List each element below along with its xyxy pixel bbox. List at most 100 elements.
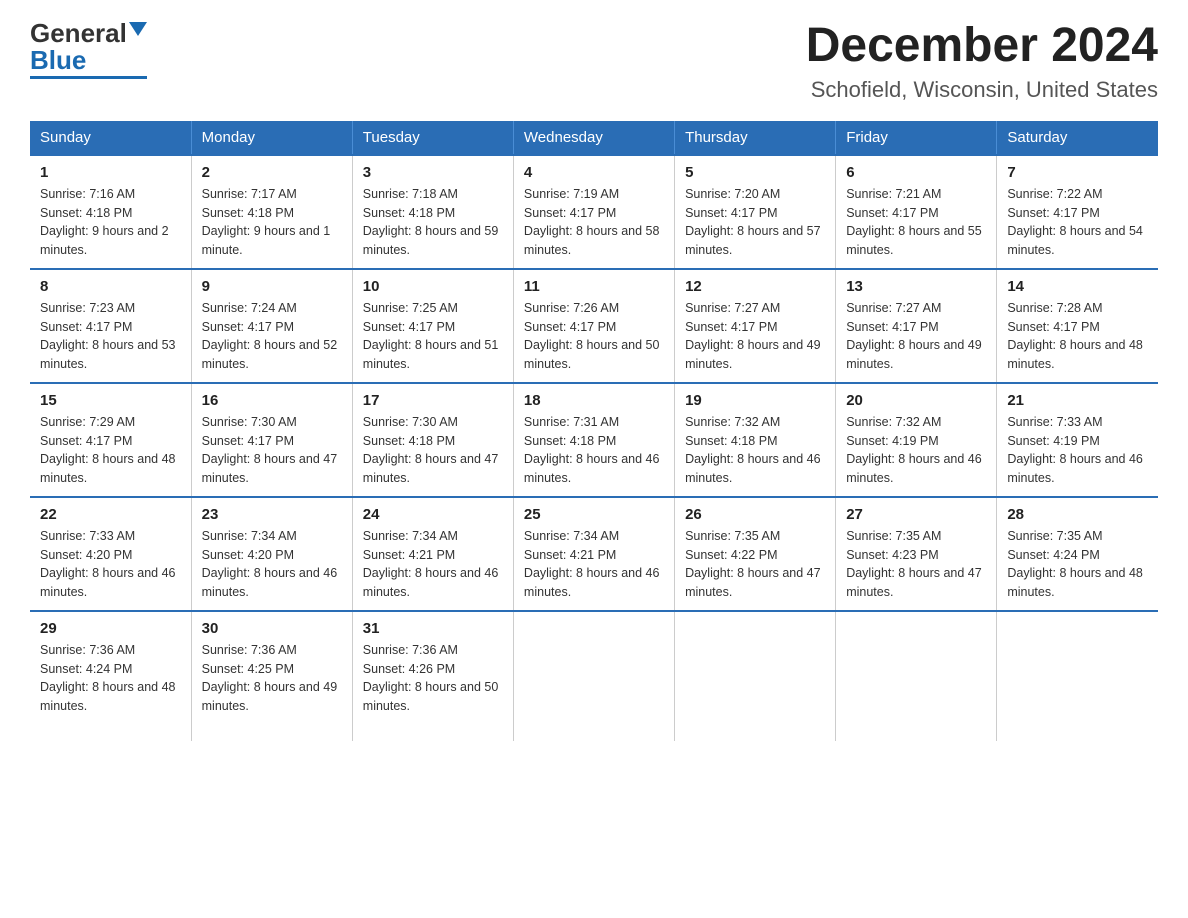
calendar-cell: 15 Sunrise: 7:29 AMSunset: 4:17 PMDaylig… bbox=[30, 383, 191, 497]
logo-triangle-icon bbox=[129, 22, 147, 36]
header-sunday: Sunday bbox=[30, 121, 191, 155]
day-info: Sunrise: 7:33 AMSunset: 4:19 PMDaylight:… bbox=[1007, 413, 1148, 488]
day-number: 4 bbox=[524, 164, 664, 181]
day-number: 26 bbox=[685, 506, 825, 523]
day-number: 16 bbox=[202, 392, 342, 409]
day-number: 15 bbox=[40, 392, 181, 409]
header-friday: Friday bbox=[836, 121, 997, 155]
calendar-cell: 12 Sunrise: 7:27 AMSunset: 4:17 PMDaylig… bbox=[675, 269, 836, 383]
day-number: 31 bbox=[363, 620, 503, 637]
day-info: Sunrise: 7:29 AMSunset: 4:17 PMDaylight:… bbox=[40, 413, 181, 488]
day-info: Sunrise: 7:20 AMSunset: 4:17 PMDaylight:… bbox=[685, 185, 825, 260]
day-number: 12 bbox=[685, 278, 825, 295]
day-info: Sunrise: 7:35 AMSunset: 4:22 PMDaylight:… bbox=[685, 527, 825, 602]
day-info: Sunrise: 7:33 AMSunset: 4:20 PMDaylight:… bbox=[40, 527, 181, 602]
week-row-3: 15 Sunrise: 7:29 AMSunset: 4:17 PMDaylig… bbox=[30, 383, 1158, 497]
calendar-cell: 17 Sunrise: 7:30 AMSunset: 4:18 PMDaylig… bbox=[352, 383, 513, 497]
day-info: Sunrise: 7:34 AMSunset: 4:21 PMDaylight:… bbox=[363, 527, 503, 602]
day-number: 30 bbox=[202, 620, 342, 637]
calendar-cell: 3 Sunrise: 7:18 AMSunset: 4:18 PMDayligh… bbox=[352, 155, 513, 269]
day-number: 19 bbox=[685, 392, 825, 409]
day-number: 29 bbox=[40, 620, 181, 637]
calendar-header-row: SundayMondayTuesdayWednesdayThursdayFrid… bbox=[30, 121, 1158, 155]
day-info: Sunrise: 7:25 AMSunset: 4:17 PMDaylight:… bbox=[363, 299, 503, 374]
calendar-cell bbox=[997, 611, 1158, 741]
day-info: Sunrise: 7:23 AMSunset: 4:17 PMDaylight:… bbox=[40, 299, 181, 374]
calendar-cell: 23 Sunrise: 7:34 AMSunset: 4:20 PMDaylig… bbox=[191, 497, 352, 611]
header-tuesday: Tuesday bbox=[352, 121, 513, 155]
calendar-cell: 1 Sunrise: 7:16 AMSunset: 4:18 PMDayligh… bbox=[30, 155, 191, 269]
day-info: Sunrise: 7:27 AMSunset: 4:17 PMDaylight:… bbox=[685, 299, 825, 374]
day-info: Sunrise: 7:17 AMSunset: 4:18 PMDaylight:… bbox=[202, 185, 342, 260]
day-number: 20 bbox=[846, 392, 986, 409]
calendar-cell: 11 Sunrise: 7:26 AMSunset: 4:17 PMDaylig… bbox=[513, 269, 674, 383]
calendar-cell: 9 Sunrise: 7:24 AMSunset: 4:17 PMDayligh… bbox=[191, 269, 352, 383]
calendar-table: SundayMondayTuesdayWednesdayThursdayFrid… bbox=[30, 121, 1158, 741]
day-info: Sunrise: 7:16 AMSunset: 4:18 PMDaylight:… bbox=[40, 185, 181, 260]
calendar-cell: 10 Sunrise: 7:25 AMSunset: 4:17 PMDaylig… bbox=[352, 269, 513, 383]
calendar-cell: 7 Sunrise: 7:22 AMSunset: 4:17 PMDayligh… bbox=[997, 155, 1158, 269]
day-number: 7 bbox=[1007, 164, 1148, 181]
day-number: 9 bbox=[202, 278, 342, 295]
calendar-cell: 25 Sunrise: 7:34 AMSunset: 4:21 PMDaylig… bbox=[513, 497, 674, 611]
calendar-cell: 21 Sunrise: 7:33 AMSunset: 4:19 PMDaylig… bbox=[997, 383, 1158, 497]
day-info: Sunrise: 7:24 AMSunset: 4:17 PMDaylight:… bbox=[202, 299, 342, 374]
day-number: 11 bbox=[524, 278, 664, 295]
page-header: General Blue December 2024 Schofield, Wi… bbox=[30, 20, 1158, 103]
day-info: Sunrise: 7:35 AMSunset: 4:23 PMDaylight:… bbox=[846, 527, 986, 602]
day-info: Sunrise: 7:32 AMSunset: 4:18 PMDaylight:… bbox=[685, 413, 825, 488]
day-info: Sunrise: 7:22 AMSunset: 4:17 PMDaylight:… bbox=[1007, 185, 1148, 260]
calendar-cell: 6 Sunrise: 7:21 AMSunset: 4:17 PMDayligh… bbox=[836, 155, 997, 269]
day-number: 18 bbox=[524, 392, 664, 409]
day-number: 28 bbox=[1007, 506, 1148, 523]
day-number: 23 bbox=[202, 506, 342, 523]
day-number: 17 bbox=[363, 392, 503, 409]
calendar-cell bbox=[675, 611, 836, 741]
day-number: 10 bbox=[363, 278, 503, 295]
calendar-cell: 4 Sunrise: 7:19 AMSunset: 4:17 PMDayligh… bbox=[513, 155, 674, 269]
day-number: 14 bbox=[1007, 278, 1148, 295]
logo-general-text: General bbox=[30, 20, 127, 46]
day-info: Sunrise: 7:36 AMSunset: 4:24 PMDaylight:… bbox=[40, 641, 181, 716]
day-info: Sunrise: 7:34 AMSunset: 4:20 PMDaylight:… bbox=[202, 527, 342, 602]
day-info: Sunrise: 7:26 AMSunset: 4:17 PMDaylight:… bbox=[524, 299, 664, 374]
calendar-cell: 28 Sunrise: 7:35 AMSunset: 4:24 PMDaylig… bbox=[997, 497, 1158, 611]
day-info: Sunrise: 7:30 AMSunset: 4:17 PMDaylight:… bbox=[202, 413, 342, 488]
day-number: 8 bbox=[40, 278, 181, 295]
day-number: 3 bbox=[363, 164, 503, 181]
day-number: 13 bbox=[846, 278, 986, 295]
header-thursday: Thursday bbox=[675, 121, 836, 155]
day-info: Sunrise: 7:18 AMSunset: 4:18 PMDaylight:… bbox=[363, 185, 503, 260]
calendar-cell bbox=[836, 611, 997, 741]
title-section: December 2024 Schofield, Wisconsin, Unit… bbox=[806, 20, 1158, 103]
header-wednesday: Wednesday bbox=[513, 121, 674, 155]
day-info: Sunrise: 7:19 AMSunset: 4:17 PMDaylight:… bbox=[524, 185, 664, 260]
day-number: 25 bbox=[524, 506, 664, 523]
location-title: Schofield, Wisconsin, United States bbox=[806, 77, 1158, 103]
day-info: Sunrise: 7:27 AMSunset: 4:17 PMDaylight:… bbox=[846, 299, 986, 374]
calendar-cell: 16 Sunrise: 7:30 AMSunset: 4:17 PMDaylig… bbox=[191, 383, 352, 497]
week-row-5: 29 Sunrise: 7:36 AMSunset: 4:24 PMDaylig… bbox=[30, 611, 1158, 741]
day-info: Sunrise: 7:35 AMSunset: 4:24 PMDaylight:… bbox=[1007, 527, 1148, 602]
day-info: Sunrise: 7:36 AMSunset: 4:26 PMDaylight:… bbox=[363, 641, 503, 716]
day-info: Sunrise: 7:28 AMSunset: 4:17 PMDaylight:… bbox=[1007, 299, 1148, 374]
calendar-cell bbox=[513, 611, 674, 741]
logo-underline bbox=[30, 76, 147, 79]
day-number: 27 bbox=[846, 506, 986, 523]
day-number: 24 bbox=[363, 506, 503, 523]
calendar-cell: 20 Sunrise: 7:32 AMSunset: 4:19 PMDaylig… bbox=[836, 383, 997, 497]
header-saturday: Saturday bbox=[997, 121, 1158, 155]
day-number: 1 bbox=[40, 164, 181, 181]
day-number: 6 bbox=[846, 164, 986, 181]
calendar-cell: 13 Sunrise: 7:27 AMSunset: 4:17 PMDaylig… bbox=[836, 269, 997, 383]
day-info: Sunrise: 7:31 AMSunset: 4:18 PMDaylight:… bbox=[524, 413, 664, 488]
day-number: 2 bbox=[202, 164, 342, 181]
calendar-cell: 24 Sunrise: 7:34 AMSunset: 4:21 PMDaylig… bbox=[352, 497, 513, 611]
day-info: Sunrise: 7:32 AMSunset: 4:19 PMDaylight:… bbox=[846, 413, 986, 488]
day-info: Sunrise: 7:34 AMSunset: 4:21 PMDaylight:… bbox=[524, 527, 664, 602]
week-row-1: 1 Sunrise: 7:16 AMSunset: 4:18 PMDayligh… bbox=[30, 155, 1158, 269]
calendar-cell: 5 Sunrise: 7:20 AMSunset: 4:17 PMDayligh… bbox=[675, 155, 836, 269]
calendar-cell: 26 Sunrise: 7:35 AMSunset: 4:22 PMDaylig… bbox=[675, 497, 836, 611]
logo-blue-text: Blue bbox=[30, 47, 86, 73]
day-number: 22 bbox=[40, 506, 181, 523]
